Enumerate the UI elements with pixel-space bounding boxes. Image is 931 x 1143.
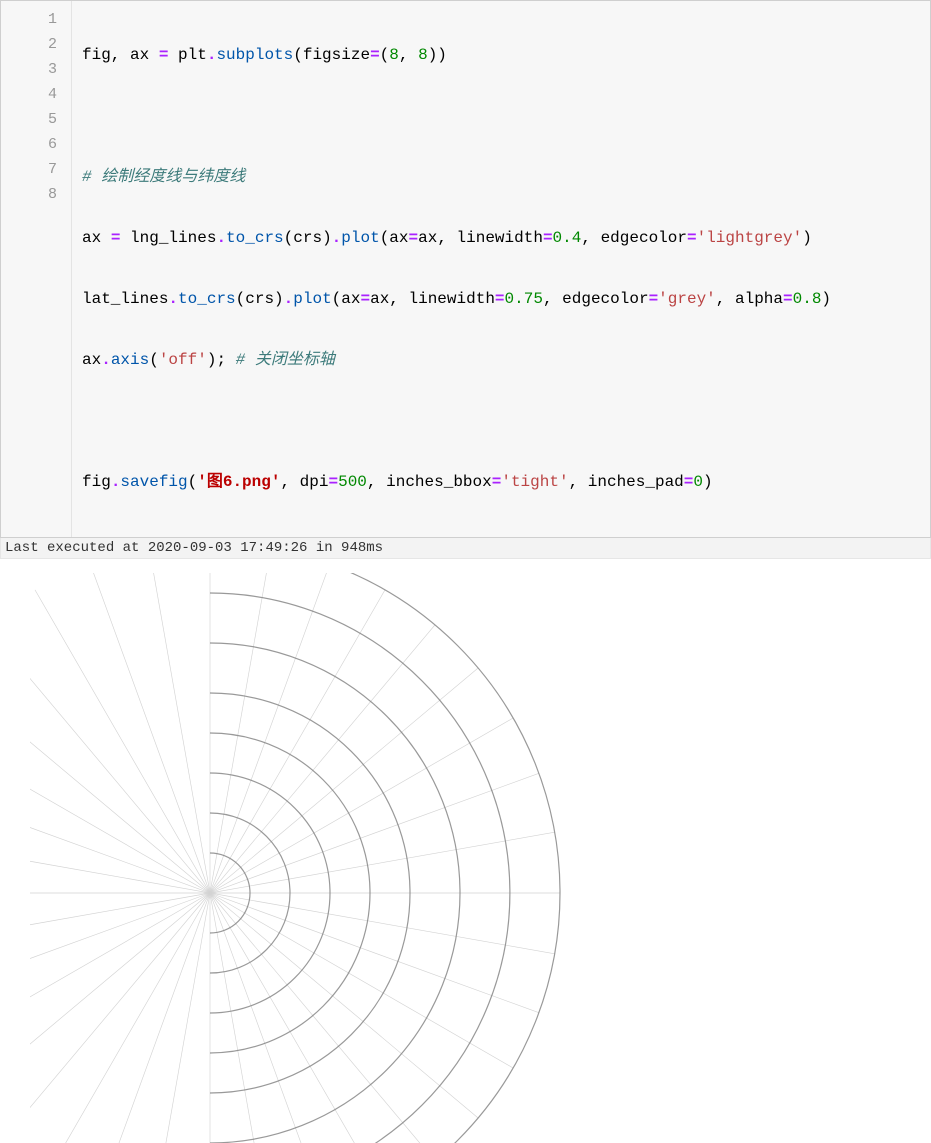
execution-status: Last executed at 2020-09-03 17:49:26 in … (0, 538, 931, 559)
code-line-1[interactable]: fig, ax = plt.subplots(figsize=(8, 8)) (82, 43, 920, 68)
line-number: 2 (1, 32, 71, 57)
line-number: 6 (1, 132, 71, 157)
code-line-8[interactable]: fig.savefig('图6.png', dpi=500, inches_bb… (82, 470, 920, 495)
line-number: 5 (1, 107, 71, 132)
code-line-4[interactable]: ax = lng_lines.to_crs(crs).plot(ax=ax, l… (82, 226, 920, 251)
line-number: 7 (1, 157, 71, 182)
code-line-2[interactable] (82, 104, 920, 129)
code-editor[interactable]: fig, ax = plt.subplots(figsize=(8, 8)) #… (72, 1, 930, 537)
line-number: 4 (1, 82, 71, 107)
code-line-6[interactable]: ax.axis('off'); # 关闭坐标轴 (82, 348, 920, 373)
line-number: 1 (1, 7, 71, 32)
code-line-3[interactable]: # 绘制经度线与纬度线 (82, 165, 920, 190)
code-line-5[interactable]: lat_lines.to_crs(crs).plot(ax=ax, linewi… (82, 287, 920, 312)
line-number-gutter: 1 2 3 4 5 6 7 8 (1, 1, 72, 537)
line-number: 3 (1, 57, 71, 82)
code-line-7[interactable] (82, 409, 920, 434)
code-cell[interactable]: 1 2 3 4 5 6 7 8 fig, ax = plt.subplots(f… (0, 0, 931, 538)
output-area (0, 559, 931, 1143)
plot-output (30, 573, 670, 1143)
line-number: 8 (1, 182, 71, 207)
